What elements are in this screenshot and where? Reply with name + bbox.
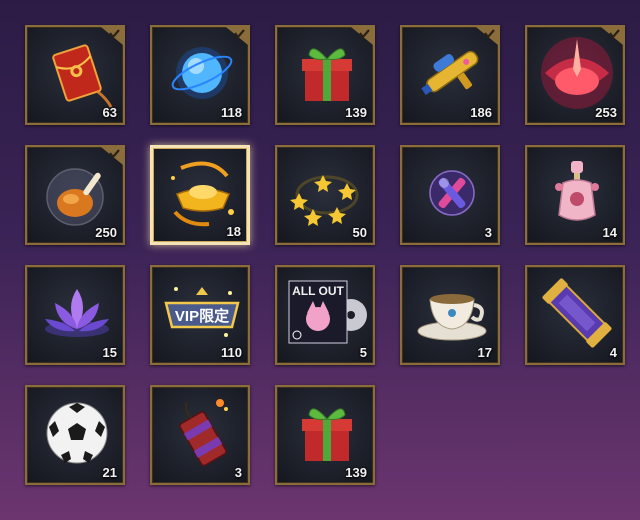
checkmark-icon — [476, 27, 498, 45]
item-count: 118 — [221, 105, 242, 120]
checkmark-icon — [351, 27, 373, 45]
item-count: 21 — [102, 465, 117, 480]
item-count: 14 — [602, 225, 617, 240]
inventory-slot-purple-lotus[interactable]: 15 — [25, 265, 125, 365]
star-ring-icon — [290, 175, 359, 226]
inventory-slot-gift-box-2[interactable]: 139 — [275, 385, 375, 485]
item-count: 3 — [234, 465, 242, 480]
inventory-slot-crimson-swirl[interactable]: 253 — [525, 25, 625, 125]
vip-badge-icon: VIP限定 — [164, 287, 240, 337]
inventory-slot-star-ring[interactable]: 50 — [275, 145, 375, 245]
item-count: 110 — [221, 345, 242, 360]
item-count: 139 — [345, 465, 367, 480]
item-count: 15 — [102, 345, 117, 360]
teacup-icon — [417, 294, 487, 341]
inventory-slot-perfume-bottle[interactable]: 14 — [525, 145, 625, 245]
item-count: 186 — [470, 105, 492, 120]
item-count: 3 — [484, 225, 492, 240]
scroll-case-icon — [542, 278, 612, 348]
inventory-slot-scroll-case[interactable]: 4 — [525, 265, 625, 365]
item-count: 253 — [595, 105, 617, 120]
gold-ingot-icon — [171, 161, 234, 227]
inventory-slot-firecracker[interactable]: 3 — [150, 385, 250, 485]
checkmark-icon — [101, 27, 123, 45]
album-title-text: ALL OUT — [292, 284, 344, 298]
item-count: 5 — [359, 345, 367, 360]
inventory-slot-purple-orb[interactable]: 3 — [400, 145, 500, 245]
item-count: 250 — [95, 225, 117, 240]
inventory-slot-teacup[interactable]: 17 — [400, 265, 500, 365]
checkmark-icon — [226, 27, 248, 45]
inventory-slot-red-envelope[interactable]: 63 — [25, 25, 125, 125]
inventory-slot-blue-orb[interactable]: 118 — [150, 25, 250, 125]
perfume-bottle-icon — [555, 161, 599, 221]
item-count: 17 — [477, 345, 492, 360]
green-gift-box-icon — [302, 408, 352, 461]
inventory-slot-gift-box[interactable]: 139 — [275, 25, 375, 125]
inventory-slot-roast-chicken[interactable]: 250 — [25, 145, 125, 245]
checkmark-icon — [101, 147, 123, 165]
inventory-slot-soccer-ball[interactable]: 21 — [25, 385, 125, 485]
inventory-slot-music-album[interactable]: ALL OUT 5 — [275, 265, 375, 365]
inventory-slot-water-gun[interactable]: 186 — [400, 25, 500, 125]
item-count: 63 — [102, 105, 117, 120]
purple-lotus-icon — [45, 289, 109, 337]
item-count: 139 — [345, 105, 367, 120]
checkmark-icon — [601, 27, 623, 45]
vip-badge-text: VIP限定 — [175, 307, 229, 325]
purple-x-orb-icon — [429, 170, 475, 216]
firecracker-icon — [179, 399, 228, 467]
music-album-icon: ALL OUT — [288, 280, 367, 344]
soccer-ball-icon — [46, 402, 108, 464]
item-count: 50 — [352, 225, 367, 240]
item-count: 4 — [609, 345, 617, 360]
inventory-slot-gold-ingot[interactable]: 18 — [150, 145, 250, 245]
inventory-slot-vip-badge[interactable]: VIP限定 110 — [150, 265, 250, 365]
inventory-grid: 63 118 139 186 253 250 18 50 3 14 15 VIP… — [25, 25, 625, 505]
item-count: 18 — [226, 224, 241, 239]
